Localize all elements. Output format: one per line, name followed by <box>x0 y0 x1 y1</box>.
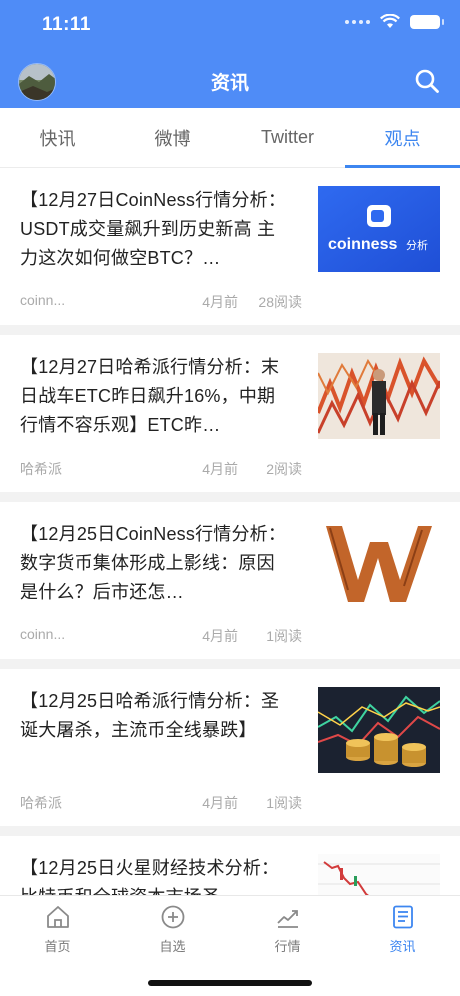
article-time: 4月前 <box>202 294 238 310</box>
list-item[interactable]: 【12月25日哈希派行情分析：圣诞大屠杀，主流币全线暴跌】 哈希派 4月前 1阅… <box>0 669 460 836</box>
article-thumbnail <box>318 687 440 773</box>
tab-twitter[interactable]: Twitter <box>230 108 345 167</box>
article-list: 【12月27日CoinNess行情分析：USDT成交量飙升到历史新高 主力这次如… <box>0 168 460 996</box>
home-icon <box>46 906 69 928</box>
coinness-logo-icon: coinness 分析 <box>318 186 440 272</box>
top-header: 11:11 资讯 <box>0 0 460 108</box>
nav-market-label: 行情 <box>274 939 301 954</box>
nav-home[interactable]: 首页 <box>0 896 115 996</box>
article-reads: 2阅读 <box>266 461 302 477</box>
tab-opinion[interactable]: 观点 <box>345 108 460 168</box>
nav-news-label: 资讯 <box>389 939 416 954</box>
article-source: coinn... <box>20 292 66 308</box>
article-title: 【12月25日哈希派行情分析：圣诞大屠杀，主流币全线暴跌】 <box>20 691 280 740</box>
battery-icon <box>410 14 444 29</box>
nav-watchlist-label: 自选 <box>159 939 186 954</box>
wifi-icon <box>380 14 400 28</box>
thumb-brand-cn: 分析 <box>406 238 428 252</box>
trend-chart-icon <box>276 910 298 928</box>
tab-flash-news[interactable]: 快讯 <box>0 108 115 167</box>
w-brush-logo-icon <box>318 520 440 606</box>
article-source: coinn... <box>20 626 66 642</box>
tab-weibo[interactable]: 微博 <box>115 108 230 167</box>
list-item[interactable]: 【12月25日CoinNess行情分析：数字货币集体形成上影线：原因是什么？后市… <box>0 502 460 669</box>
article-time: 4月前 <box>202 628 238 644</box>
article-thumbnail: coinness 分析 <box>318 186 440 272</box>
coins-chart-icon <box>318 687 440 773</box>
article-title: 【12月25日CoinNess行情分析：数字货币集体形成上影线：原因是什么？后市… <box>20 524 287 602</box>
article-source: 哈希派 <box>20 461 62 477</box>
article-reads: 28阅读 <box>258 294 302 310</box>
article-thumbnail <box>318 520 440 606</box>
plus-circle-icon <box>161 905 184 929</box>
home-indicator <box>148 980 312 986</box>
category-tabs: 快讯 微博 Twitter 观点 <box>0 108 460 168</box>
thumb-brand-text: coinness <box>328 236 397 253</box>
status-icons <box>345 14 444 29</box>
nav-home-label: 首页 <box>44 939 71 954</box>
search-icon[interactable] <box>414 68 440 94</box>
businessman-chart-icon <box>318 353 440 439</box>
article-time: 4月前 <box>202 461 238 477</box>
signal-icon <box>345 19 370 24</box>
article-title: 【12月27日CoinNess行情分析：USDT成交量飙升到历史新高 主力这次如… <box>20 190 287 268</box>
article-time: 4月前 <box>202 795 238 811</box>
page-title: 资讯 <box>210 73 249 94</box>
article-thumbnail <box>318 353 440 439</box>
article-title: 【12月27日哈希派行情分析：末日战车ETC昨日飙升16%，中期行情不容乐观】E… <box>20 357 280 435</box>
article-reads: 1阅读 <box>266 628 302 644</box>
status-time: 11:11 <box>42 14 91 35</box>
list-item[interactable]: 【12月27日CoinNess行情分析：USDT成交量飙升到历史新高 主力这次如… <box>0 168 460 335</box>
article-source: 哈希派 <box>20 795 62 811</box>
list-item[interactable]: 【12月27日哈希派行情分析：末日战车ETC昨日飙升16%，中期行情不容乐观】E… <box>0 335 460 502</box>
news-icon <box>392 905 413 929</box>
nav-news[interactable]: 资讯 <box>345 896 460 996</box>
article-reads: 1阅读 <box>266 795 302 811</box>
